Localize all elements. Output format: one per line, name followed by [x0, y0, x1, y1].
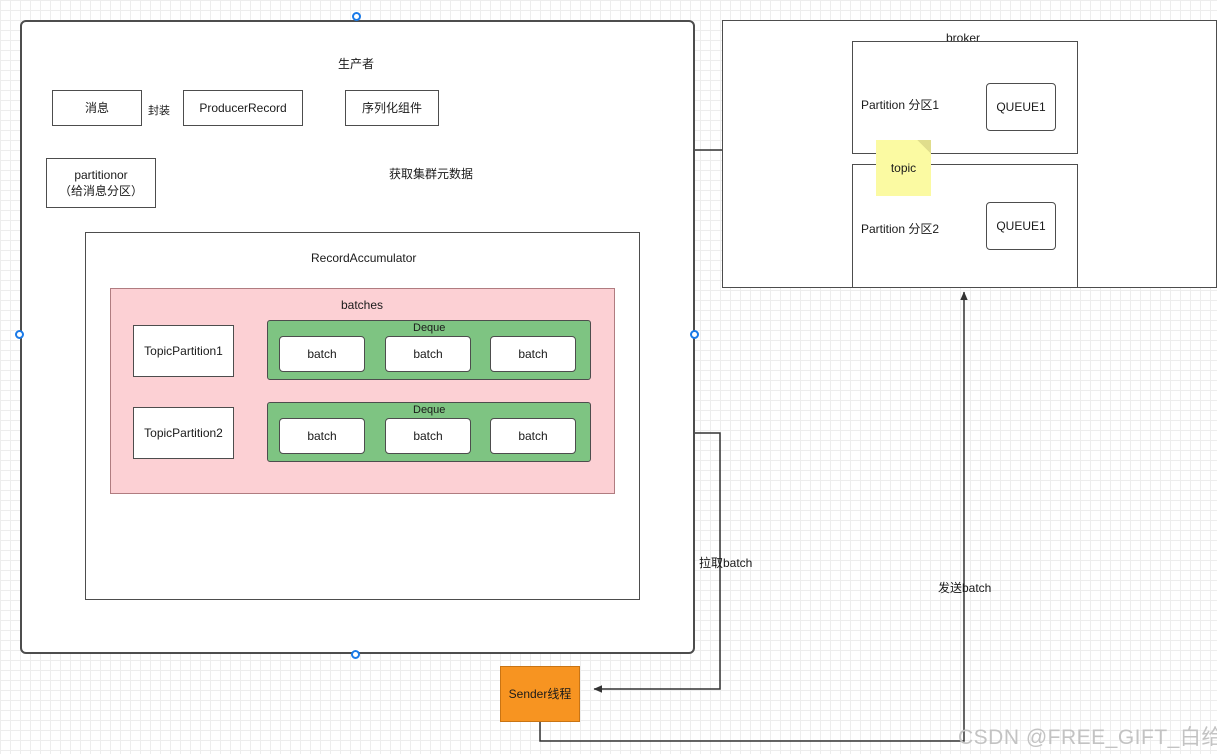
topic-note-label: topic: [890, 161, 917, 175]
watermark: CSDN @FREE_GIFT_白给怪: [958, 726, 1217, 749]
edge-label-encapsulate: 封装: [148, 105, 170, 117]
deque-title-2: Deque: [413, 404, 446, 416]
edge-label-send-batch: 发送batch: [938, 581, 992, 595]
node-partitioner-label-2: （给消息分区）: [58, 184, 143, 198]
selection-handle-top[interactable]: [352, 12, 361, 21]
batch-2-2[interactable]: batch: [385, 418, 471, 454]
edge-label-pull-batch: 拉取batch: [699, 556, 753, 570]
batches-title: batches: [341, 298, 384, 312]
batches-container[interactable]: [110, 288, 615, 494]
note-fold-icon: [917, 140, 931, 154]
node-message[interactable]: 消息: [52, 90, 142, 126]
node-producer-record[interactable]: ProducerRecord: [183, 90, 303, 126]
batch-2-1[interactable]: batch: [279, 418, 365, 454]
selection-handle-right[interactable]: [690, 330, 699, 339]
broker-queue-2[interactable]: QUEUE1: [986, 202, 1056, 250]
record-accumulator-title: RecordAccumulator: [311, 251, 417, 265]
edge-label-fetch-metadata: 获取集群元数据: [389, 167, 474, 181]
node-partitioner-label-1: partitionor: [74, 167, 128, 182]
node-topic-partition-2[interactable]: TopicPartition2: [133, 407, 234, 459]
topic-sticky-note[interactable]: topic: [876, 140, 931, 196]
batch-1-2[interactable]: batch: [385, 336, 471, 372]
selection-handle-bottom[interactable]: [351, 650, 360, 659]
broker-queue-1[interactable]: QUEUE1: [986, 83, 1056, 131]
node-serializer[interactable]: 序列化组件: [345, 90, 439, 126]
producer-title: 生产者: [338, 57, 375, 71]
deque-title-1: Deque: [413, 322, 446, 334]
selection-handle-left[interactable]: [15, 330, 24, 339]
sender-thread-box[interactable]: Sender线程: [500, 666, 580, 722]
node-topic-partition-1[interactable]: TopicPartition1: [133, 325, 234, 377]
batch-1-1[interactable]: batch: [279, 336, 365, 372]
batch-2-3[interactable]: batch: [490, 418, 576, 454]
batch-1-3[interactable]: batch: [490, 336, 576, 372]
node-partitioner[interactable]: partitionor （给消息分区）: [46, 158, 156, 208]
broker-partition-2-label: Partition 分区2: [861, 222, 940, 236]
broker-partition-1-label: Partition 分区1: [861, 98, 940, 112]
